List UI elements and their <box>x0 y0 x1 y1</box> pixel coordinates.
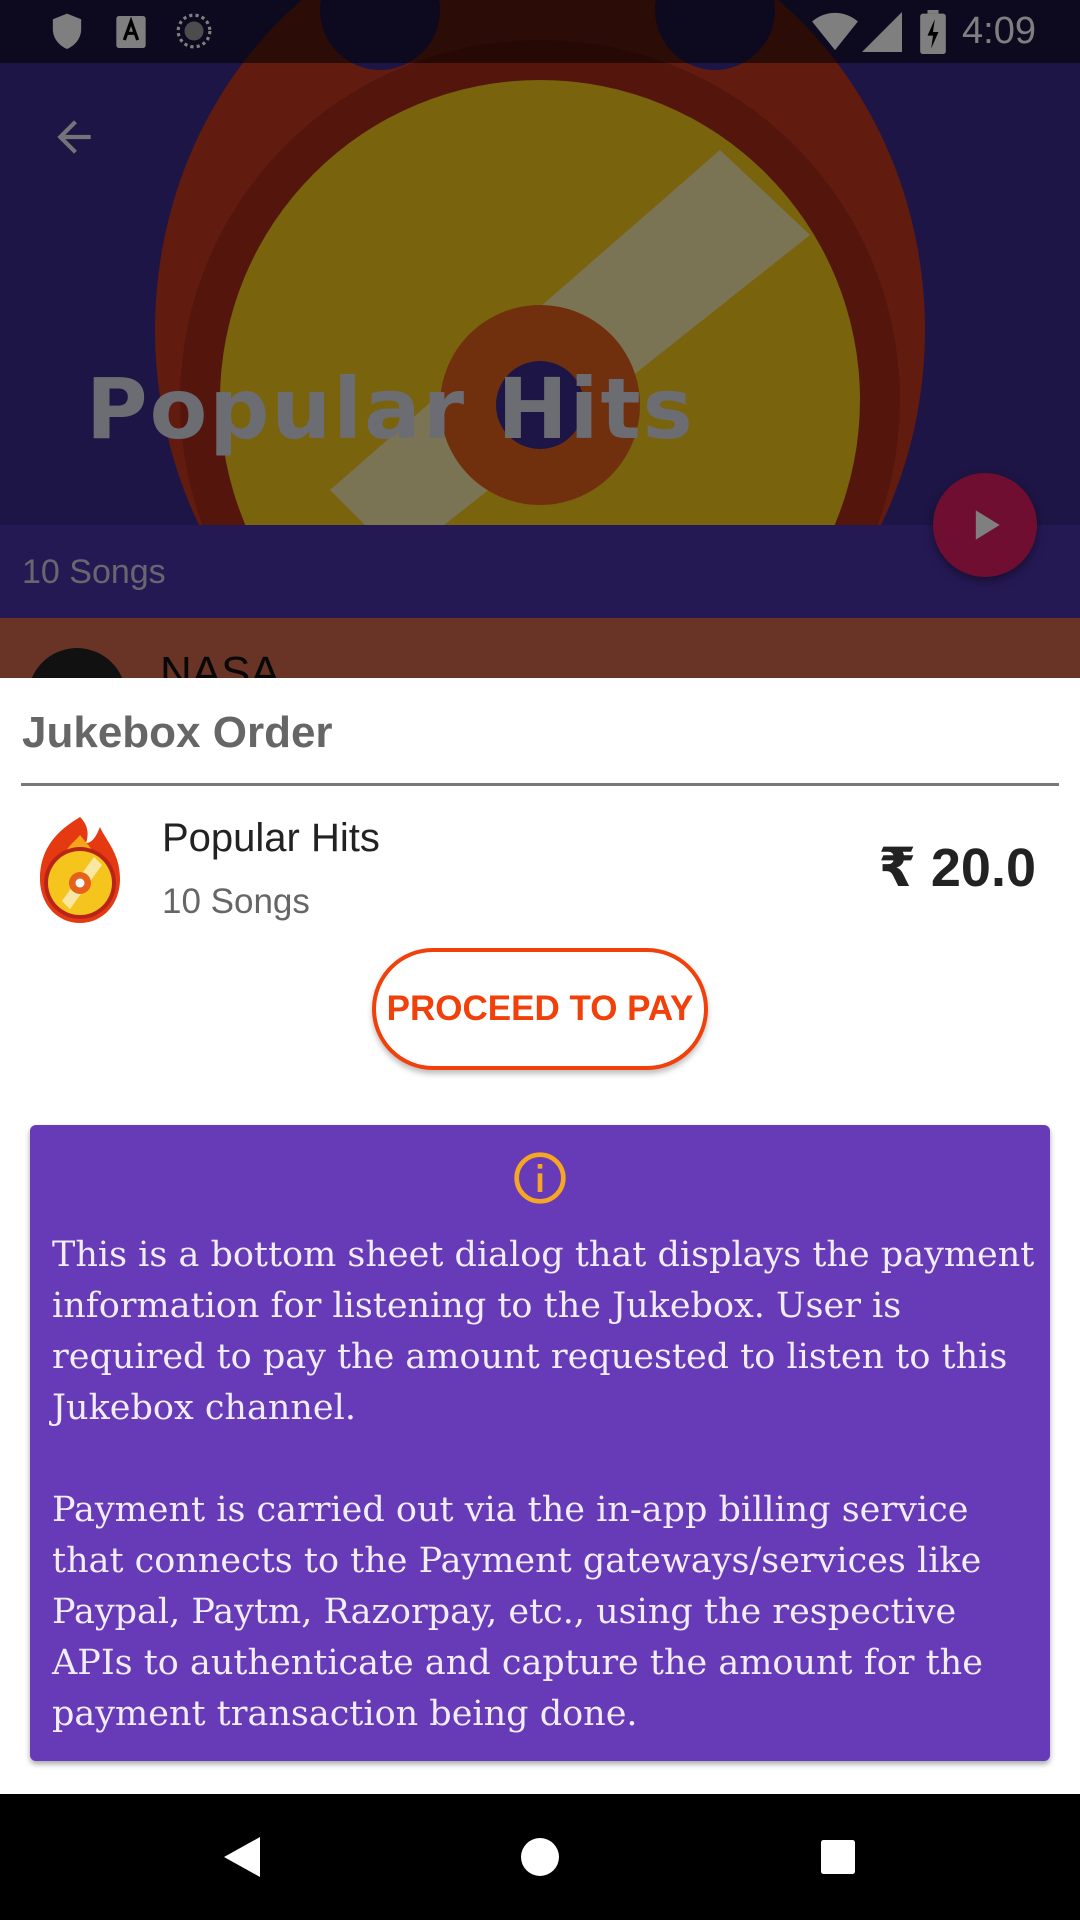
jukebox-order-bottom-sheet: Jukebox Order Popular Hits 10 Songs ₹ 20… <box>0 678 1080 1794</box>
dialog-scrim[interactable] <box>0 0 1080 680</box>
navigation-bar <box>0 1794 1080 1920</box>
nav-back-button[interactable] <box>214 1829 270 1885</box>
nav-recents-icon <box>821 1840 855 1874</box>
order-item-songs: 10 Songs <box>162 882 310 921</box>
nav-recents-button[interactable] <box>810 1829 866 1885</box>
order-item-name: Popular Hits <box>162 816 380 860</box>
nav-back-icon <box>224 1837 260 1877</box>
nav-home-button[interactable] <box>512 1829 568 1885</box>
background-app: Popular Hits 10 Songs NASA <box>0 0 1080 680</box>
info-icon <box>514 1152 566 1204</box>
proceed-to-pay-button[interactable]: PROCEED TO PAY <box>372 948 708 1070</box>
order-price: ₹ 20.0 <box>878 838 1036 898</box>
info-card: This is a bottom sheet dialog that displ… <box>30 1125 1050 1761</box>
jukebox-logo-icon <box>40 817 120 923</box>
nav-home-icon <box>521 1838 559 1876</box>
info-text: This is a bottom sheet dialog that displ… <box>52 1235 1035 1734</box>
sheet-title: Jukebox Order <box>22 708 333 757</box>
title-divider <box>21 783 1059 786</box>
